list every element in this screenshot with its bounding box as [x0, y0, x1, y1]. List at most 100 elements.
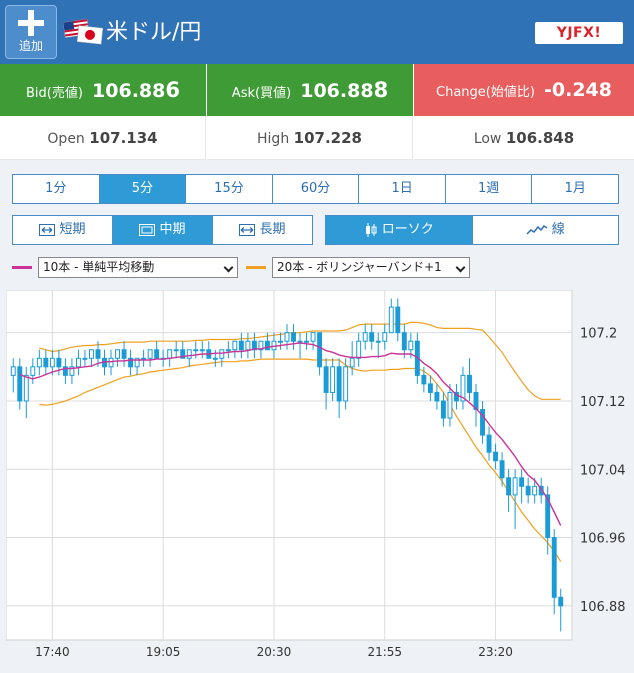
- header-bar: 追加 米ドル/円 YJFX!: [0, 0, 634, 64]
- candle: [304, 340, 310, 343]
- candle: [395, 306, 401, 334]
- candle: [245, 340, 251, 351]
- candle: [343, 366, 349, 402]
- candle: [427, 383, 433, 393]
- us-jp-flags-icon: [63, 18, 103, 45]
- y-tick-label: 107.04: [580, 463, 626, 478]
- change-quote: Change(始値比) -0.248: [414, 64, 634, 116]
- indicator-1: 10本 - 単純平均移動: [12, 257, 238, 279]
- candle: [434, 391, 440, 402]
- candle: [382, 332, 388, 342]
- candlestick-icon: [365, 222, 377, 237]
- candle: [532, 485, 538, 496]
- indicator-1-select[interactable]: 10本 - 単純平均移動: [38, 257, 238, 278]
- ask-value: 106.888: [300, 78, 389, 102]
- candle: [219, 349, 225, 359]
- long-term-icon: [239, 223, 256, 236]
- tab-short-term[interactable]: 短期: [13, 216, 113, 244]
- plus-icon: [18, 10, 44, 36]
- add-button[interactable]: 追加: [5, 5, 57, 59]
- tab-1month[interactable]: 1月: [532, 175, 618, 203]
- bid-label: Bid(売値): [26, 86, 83, 101]
- candle: [499, 460, 505, 479]
- tab-candlestick[interactable]: ローソク: [326, 216, 473, 244]
- ask-quote: Ask(買値) 106.888: [207, 64, 413, 116]
- x-tick-label: 21:55: [367, 645, 402, 659]
- candle: [336, 366, 342, 402]
- ask-label: Ask(買値): [231, 86, 292, 101]
- candle: [291, 332, 296, 342]
- candle: [82, 357, 88, 360]
- indicator-2-select[interactable]: 20本 - ボリンジャーバンド+1: [272, 257, 470, 278]
- x-tick-label: 19:05: [146, 645, 181, 659]
- candle: [375, 340, 381, 343]
- mid-term-icon: [139, 223, 156, 236]
- candle: [512, 477, 518, 496]
- high-label: High: [257, 131, 290, 147]
- change-label: Change(始値比): [436, 85, 535, 100]
- candle: [115, 349, 120, 359]
- candle: [10, 366, 16, 376]
- candle: [225, 349, 231, 352]
- y-axis: 107.2 107.12 107.04 106.96 106.88: [580, 327, 626, 615]
- candle: [369, 332, 375, 342]
- candle: [297, 340, 303, 343]
- candle: [193, 349, 199, 352]
- x-tick-label: 20:30: [257, 645, 292, 659]
- candle: [121, 349, 127, 359]
- candle: [421, 374, 427, 385]
- candle: [401, 332, 407, 351]
- chart-svg: 107.2 107.12 107.04 106.96 106.88 17:40 19:05…: [6, 290, 626, 659]
- tab-line[interactable]: 線: [473, 216, 619, 244]
- candle: [212, 357, 218, 360]
- tab-60min[interactable]: 60分: [273, 175, 360, 203]
- plot-area: [6, 290, 573, 641]
- candle: [264, 340, 270, 351]
- candle: [75, 357, 81, 368]
- tab-long-term[interactable]: 長期: [213, 216, 312, 244]
- x-axis: 17:40 19:05 20:30 21:55 23:20: [35, 645, 513, 659]
- candle: [43, 357, 49, 368]
- tab-5min[interactable]: 5分: [99, 175, 187, 203]
- candle: [323, 366, 329, 393]
- candle: [467, 374, 472, 393]
- tab-15min[interactable]: 15分: [186, 175, 273, 203]
- tab-mid-term[interactable]: 中期: [113, 216, 213, 244]
- candle: [23, 374, 29, 402]
- candle: [49, 357, 55, 368]
- term-tabs: 短期 中期 長期: [12, 215, 313, 245]
- candle: [173, 349, 179, 352]
- candle: [362, 332, 368, 342]
- change-value: -0.248: [544, 79, 612, 101]
- candle: [349, 357, 355, 368]
- tab-1week[interactable]: 1週: [446, 175, 533, 203]
- candle: [310, 332, 316, 342]
- candle: [141, 357, 147, 360]
- candle: [284, 332, 290, 342]
- candle: [388, 306, 394, 334]
- candle: [108, 357, 114, 368]
- candle: [56, 357, 62, 368]
- candle: [95, 349, 101, 359]
- candle: [186, 349, 192, 359]
- sma-swatch: [12, 266, 32, 269]
- indicator-2: 20本 - ボリンジャーバンド+1: [246, 257, 472, 279]
- candle: [147, 349, 153, 359]
- open-stat: Open 107.134: [0, 116, 206, 160]
- candle: [199, 349, 205, 352]
- x-tick-label: 17:40: [35, 645, 70, 659]
- open-label: Open: [47, 131, 85, 147]
- yjfx-logo: YJFX!: [535, 22, 623, 44]
- x-tick-label: 23:20: [478, 645, 513, 659]
- candle: [440, 400, 446, 419]
- candle: [493, 451, 499, 462]
- chart-type-tabs: ローソク 線: [325, 215, 619, 245]
- candle: [317, 332, 323, 368]
- price-chart[interactable]: 107.2 107.12 107.04 106.96 106.88 17:40 19:05…: [6, 290, 634, 673]
- low-value: 106.848: [505, 129, 575, 147]
- candle: [519, 477, 525, 487]
- y-tick-label: 107.12: [580, 395, 626, 410]
- tab-1day[interactable]: 1日: [359, 175, 446, 203]
- timeframe-tabs: 1分 5分 15分 60分 1日 1週 1月: [12, 174, 619, 204]
- tab-1min[interactable]: 1分: [13, 175, 100, 203]
